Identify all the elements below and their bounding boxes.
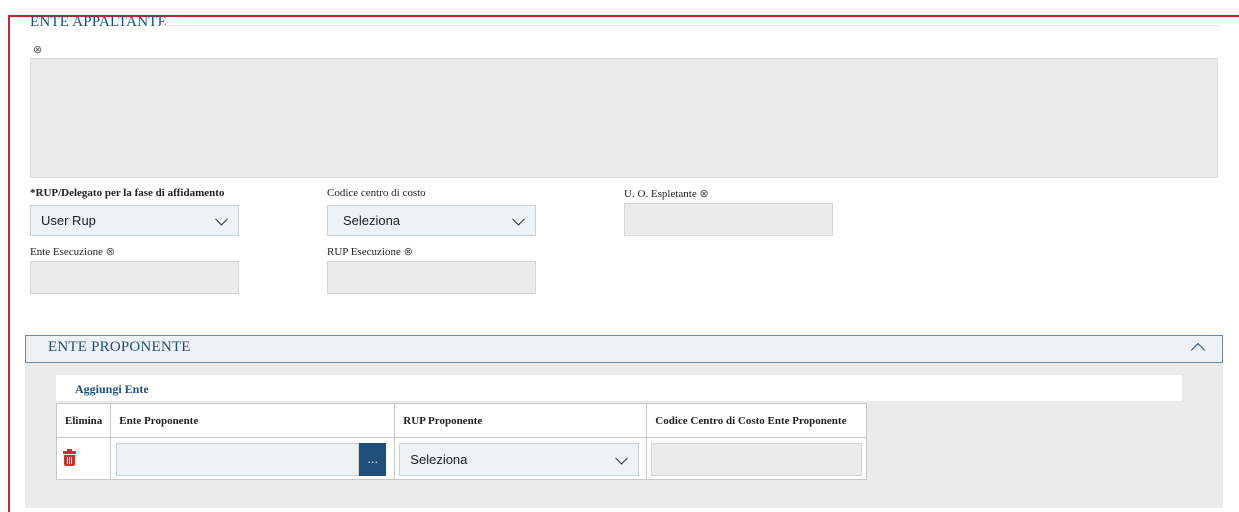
trash-icon[interactable] (63, 449, 76, 466)
rup-label: *RUP/Delegato per la fase di affidamento (30, 187, 225, 199)
table-header-row: Elimina Ente Proponente RUP Proponente C… (55, 403, 868, 438)
section-title-ente-proponente: ENTE PROPONENTE (48, 339, 191, 355)
section-title-rule (160, 25, 1220, 26)
table-row: ... Seleziona (55, 437, 868, 480)
ente-esecuzione-label-text: Ente Esecuzione (30, 246, 103, 258)
column-header-codice-centro: Codice Centro di Costo Ente Proponente (646, 403, 868, 438)
ente-esecuzione-label: Ente Esecuzione ⊗ (30, 245, 115, 258)
form-frame-left (8, 15, 10, 512)
add-ente-bar (56, 375, 1182, 401)
rup-esecuzione-label: RUP Esecuzione ⊗ (327, 245, 413, 258)
rup-esecuzione-field (327, 261, 536, 294)
codice-centro-cell (646, 437, 868, 480)
rup-proponente-select-value: Seleziona (410, 452, 468, 467)
chevron-down-icon (512, 212, 525, 226)
uo-espletante-label-text: U. O. Espletante (624, 188, 697, 200)
rup-select[interactable]: User Rup (30, 205, 239, 236)
section-title-ente-appaltante: ENTE APPALTANTE (30, 14, 167, 30)
clear-icon[interactable]: ⊗ (699, 187, 708, 200)
ente-esecuzione-field (30, 261, 239, 294)
clear-icon[interactable]: ⊗ (33, 43, 42, 56)
chevron-down-icon (615, 451, 629, 465)
codice-centro-select[interactable]: Seleziona (327, 205, 536, 236)
column-header-ente-proponente: Ente Proponente (110, 403, 396, 438)
ente-proponente-panel-header[interactable] (25, 335, 1223, 363)
add-ente-link[interactable]: Aggiungi Ente (75, 382, 149, 397)
codice-centro-field (651, 443, 863, 476)
codice-centro-label: Codice centro di costo (327, 187, 426, 199)
rup-esecuzione-label-text: RUP Esecuzione (327, 246, 401, 258)
ente-proponente-lookup-button[interactable]: ... (359, 443, 387, 476)
rup-proponente-cell: Seleziona (394, 437, 648, 480)
clear-icon[interactable]: ⊗ (404, 245, 413, 258)
chevron-down-icon (215, 212, 228, 226)
uo-espletante-label: U. O. Espletante ⊗ (624, 187, 709, 200)
ente-appaltante-field[interactable] (30, 58, 1218, 178)
ente-proponente-input[interactable] (116, 443, 360, 476)
column-header-rup-proponente: RUP Proponente (394, 403, 648, 438)
rup-proponente-select[interactable]: Seleziona (399, 443, 640, 476)
uo-espletante-field (624, 203, 833, 236)
clear-icon[interactable]: ⊗ (106, 245, 115, 258)
elimina-cell (55, 437, 112, 480)
codice-centro-select-value: Seleziona (343, 213, 401, 228)
ente-proponente-table: Elimina Ente Proponente RUP Proponente C… (55, 403, 868, 480)
ente-proponente-cell: ... (110, 437, 396, 480)
rup-select-value: User Rup (41, 213, 96, 228)
form-frame-top (8, 15, 1239, 17)
column-header-elimina: Elimina (55, 403, 112, 438)
